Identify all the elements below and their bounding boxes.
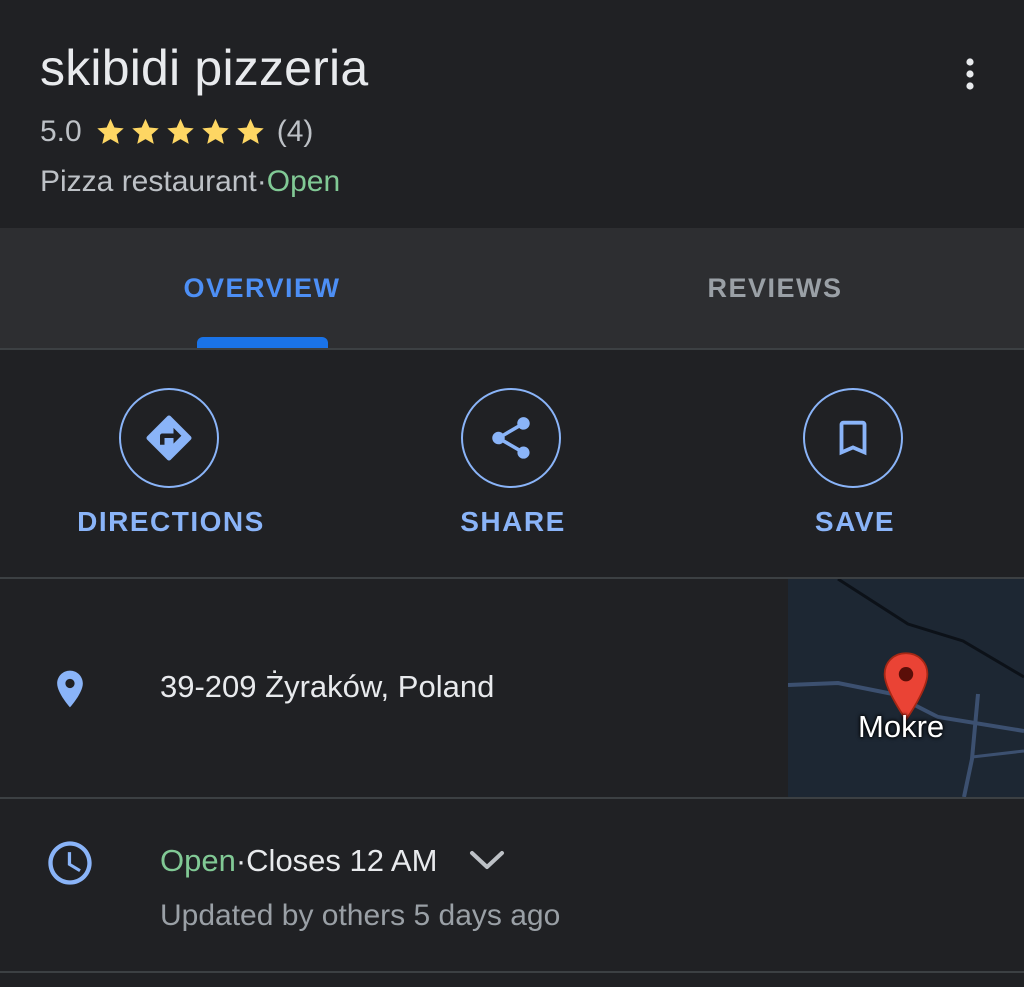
share-circle	[461, 388, 561, 488]
clock-icon	[48, 841, 92, 885]
star-icon	[202, 118, 229, 144]
action-bar: DIRECTIONS SHARE SAVE	[0, 350, 1024, 579]
directions-circle	[119, 388, 219, 488]
rating-row[interactable]: 5.0 (4)	[40, 112, 313, 152]
category-row: Pizza restaurant · Open	[40, 162, 340, 202]
category-separator: ·	[256, 165, 267, 198]
chevron-down-icon	[467, 841, 507, 881]
address-text: 39-209 Żyraków, Poland	[160, 669, 495, 704]
bookmark-icon	[839, 420, 867, 456]
map-thumbnail[interactable]: Mokre	[788, 579, 1024, 797]
save-label: SAVE	[814, 506, 896, 537]
rating-value: 5.0	[40, 115, 82, 148]
location-pin-icon	[57, 670, 83, 708]
directions-label: DIRECTIONS	[77, 506, 265, 537]
save-circle	[803, 388, 903, 488]
share-button[interactable]: SHARE	[393, 388, 633, 548]
save-button[interactable]: SAVE	[735, 388, 975, 548]
tab-overview[interactable]: OVERVIEW	[6, 228, 518, 348]
directions-button[interactable]: DIRECTIONS	[51, 388, 291, 548]
open-status: Open	[266, 165, 341, 198]
hours-updated-note: Updated by others 5 days ago	[160, 899, 561, 932]
tab-bar: OVERVIEW REVIEWS	[0, 228, 1024, 350]
hours-open-status: Open	[160, 843, 236, 878]
map-place-label: Mokre	[858, 709, 945, 744]
star-icon	[97, 118, 124, 144]
place-title: skibidi pizzeria	[40, 40, 369, 96]
star-rating	[94, 116, 267, 148]
share-label: SHARE	[460, 506, 566, 537]
hours-row: Open · Closes 12 AM Updated by others 5 …	[0, 799, 1024, 973]
tab-reviews[interactable]: REVIEWS	[519, 228, 1024, 348]
star-icon	[132, 118, 159, 144]
directions-icon	[146, 415, 192, 461]
closing-time: Closes 12 AM	[246, 843, 438, 878]
place-header: skibidi pizzeria 5.0 (4) Pizza restauran…	[0, 0, 1024, 228]
hours-separator: ·	[235, 843, 247, 878]
star-icon	[167, 118, 194, 144]
more-options-button[interactable]	[948, 52, 992, 96]
active-tab-indicator	[197, 337, 328, 348]
star-icon	[237, 118, 264, 144]
address-row[interactable]: 39-209 Żyraków, Poland Mokre	[0, 579, 1024, 799]
hours-toggle[interactable]: Open · Closes 12 AM	[160, 841, 507, 881]
more-vert-icon	[966, 58, 974, 90]
share-icon	[492, 417, 530, 459]
category-label: Pizza restaurant	[40, 165, 257, 198]
review-count: (4)	[276, 115, 314, 148]
